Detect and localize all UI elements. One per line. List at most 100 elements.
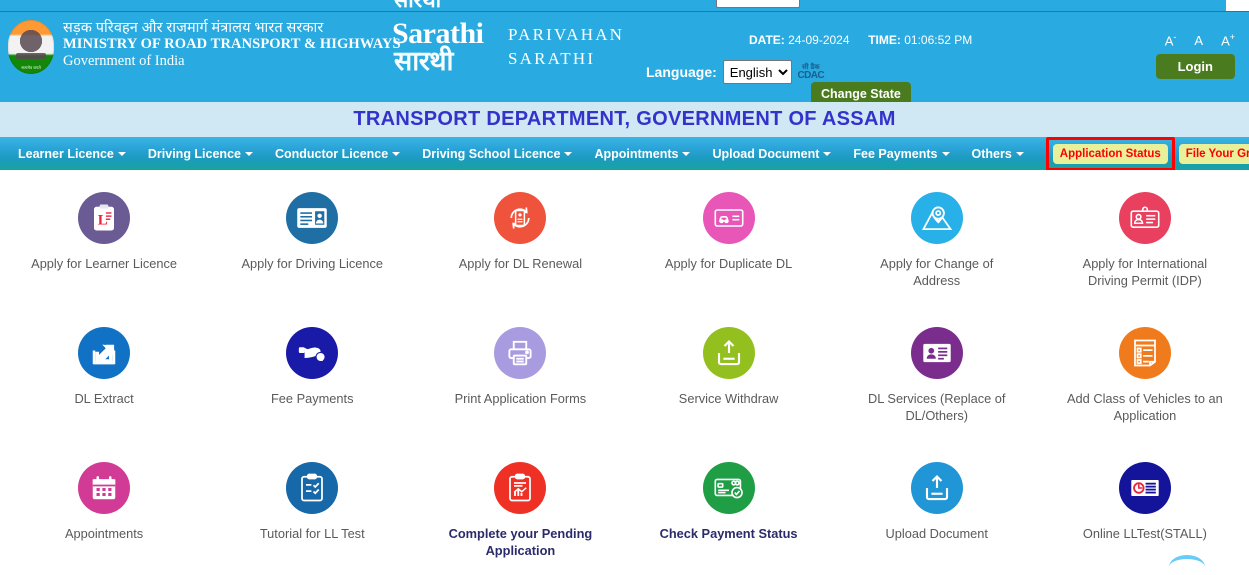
online-lltest-clock-icon — [1119, 462, 1171, 514]
date-value: 24-09-2024 — [788, 33, 849, 47]
change-of-address-pin-icon — [911, 192, 963, 244]
sarathi-branding: Sarathi सारथी PARIVAHAN SARATHI — [392, 21, 624, 73]
sarathi-logo: Sarathi सारथी — [392, 21, 498, 73]
service-tile-apply-for-international-driving-permit-idp[interactable]: Apply for International Driving Permit (… — [1041, 170, 1249, 305]
driving-licence-card-icon — [286, 192, 338, 244]
nav-item-label: Driving Licence — [148, 147, 241, 161]
service-tile-check-payment-status[interactable]: Check Payment Status — [625, 440, 833, 575]
nav-item-label: Conductor Licence — [275, 147, 388, 161]
chevron-down-icon — [392, 152, 400, 156]
nav-item-label: Learner Licence — [18, 147, 114, 161]
nav-item-driving-licence[interactable]: Driving Licence — [148, 147, 253, 161]
nav-item-appointments[interactable]: Appointments — [594, 147, 690, 161]
learner-licence-clipboard-icon: L — [78, 192, 130, 244]
service-tile-tutorial-for-ll-test[interactable]: Tutorial for LL Test — [208, 440, 416, 575]
service-tile-fee-payments[interactable]: ₹ Fee Payments — [208, 305, 416, 440]
service-tile-online-lltest-stall[interactable]: Online LLTest(STALL) — [1041, 440, 1249, 575]
nav-item-driving-school-licence[interactable]: Driving School Licence — [422, 147, 572, 161]
login-button[interactable]: Login — [1156, 54, 1235, 79]
nav-item-learner-licence[interactable]: Learner Licence — [18, 147, 126, 161]
language-select[interactable]: English — [723, 60, 792, 84]
nav-item-label: Driving School Licence — [422, 147, 560, 161]
chevron-down-icon — [682, 152, 690, 156]
nav-item-conductor-licence[interactable]: Conductor Licence — [275, 147, 400, 161]
service-tile-label: Add Class of Vehicles to an Application — [1065, 390, 1225, 424]
service-tile-label: Apply for Driving Licence — [241, 255, 383, 272]
india-emblem-icon: सत्यमेव जयते — [8, 20, 54, 74]
service-tile-label: Appointments — [65, 525, 143, 542]
svg-text:₹: ₹ — [318, 355, 322, 362]
service-tile-service-withdraw[interactable]: Service Withdraw — [625, 305, 833, 440]
date-label: DATE: — [749, 33, 785, 47]
nav-item-label: Upload Document — [712, 147, 819, 161]
font-size-decrease-button[interactable]: A- — [1165, 32, 1177, 48]
language-select-fragment[interactable] — [716, 0, 800, 8]
service-tile-dl-extract[interactable]: DL Extract — [0, 305, 208, 440]
nav-item-label: Fee Payments — [853, 147, 937, 161]
sarathi-label: SARATHI — [508, 47, 624, 71]
chevron-down-icon — [564, 152, 572, 156]
ministry-branding: सत्यमेव जयते सड़क परिवहन और राजमार्ग मंत… — [8, 20, 401, 74]
department-title-band: TRANSPORT DEPARTMENT, GOVERNMENT OF ASSA… — [0, 102, 1249, 137]
service-tile-apply-for-change-of-address[interactable]: Apply for Change of Address — [833, 170, 1041, 305]
service-tile-label: Complete your Pending Application — [440, 525, 600, 559]
parivahan-label: PARIVAHAN — [508, 23, 624, 47]
service-tile-add-class-of-vehicles-to-an-application[interactable]: Add Class of Vehicles to an Application — [1041, 305, 1249, 440]
service-tile-dl-services-replace-of-dl-others[interactable]: DL Services (Replace of DL/Others) — [833, 305, 1041, 440]
service-tile-label: Apply for DL Renewal — [459, 255, 582, 272]
international-permit-id-icon — [1119, 192, 1171, 244]
emblem-base — [16, 53, 46, 59]
print-forms-printer-icon — [494, 327, 546, 379]
service-tile-print-application-forms[interactable]: Print Application Forms — [416, 305, 624, 440]
add-class-vehicles-list-icon — [1119, 327, 1171, 379]
cdac-logo: सी डैक CDAC — [796, 64, 826, 81]
chevron-down-icon — [942, 152, 950, 156]
service-tile-complete-your-pending-application[interactable]: Complete your Pending Application — [416, 440, 624, 575]
service-tile-apply-for-learner-licence[interactable]: L Apply for Learner Licence — [0, 170, 208, 305]
nav-item-application-status[interactable]: Application Status — [1053, 144, 1168, 164]
services-grid: L Apply for Learner Licence Apply for Driv… — [0, 170, 1249, 567]
nav-item-upload-document[interactable]: Upload Document — [712, 147, 831, 161]
time-value: 01:06:52 PM — [904, 33, 972, 47]
tutorial-ll-clipboard-check-icon — [286, 462, 338, 514]
check-payment-card-icon — [703, 462, 755, 514]
upload-document-icon — [911, 462, 963, 514]
main-navigation: Learner Licence Driving Licence Conductor … — [0, 137, 1249, 170]
service-tile-upload-document[interactable]: Upload Document — [833, 440, 1041, 575]
brand-hindi-fragment: सारथी — [394, 0, 441, 11]
chevron-down-icon — [118, 152, 126, 156]
font-size-controls: A- A A+ — [1165, 32, 1235, 48]
nav-item-file-your-grievance[interactable]: File Your Grievance — [1179, 144, 1249, 164]
svg-text:L: L — [98, 212, 108, 228]
service-tile-label: Fee Payments — [271, 390, 354, 407]
application-status-highlight-box: Application Status — [1046, 137, 1175, 171]
service-tile-label: Apply for Learner Licence — [31, 255, 177, 272]
language-label: Language: — [646, 64, 717, 80]
chevron-down-icon — [823, 152, 831, 156]
font-size-increase-button[interactable]: A+ — [1221, 32, 1235, 48]
service-tile-appointments[interactable]: Appointments — [0, 440, 208, 575]
service-tile-label: Tutorial for LL Test — [260, 525, 365, 542]
service-tile-apply-for-dl-renewal[interactable]: Apply for DL Renewal — [416, 170, 624, 305]
service-tile-label: Apply for International Driving Permit (… — [1065, 255, 1225, 289]
page-title: TRANSPORT DEPARTMENT, GOVERNMENT OF ASSA… — [353, 108, 895, 131]
date-time-display: DATE: 24-09-2024 TIME: 01:06:52 PM — [749, 33, 972, 47]
cdac-english-text: CDAC — [796, 71, 826, 81]
site-header: सत्यमेव जयते सड़क परिवहन और राजमार्ग मंत… — [0, 11, 1249, 102]
service-tile-label: Apply for Duplicate DL — [665, 255, 792, 272]
service-tile-apply-for-duplicate-dl[interactable]: Apply for Duplicate DL — [625, 170, 833, 305]
service-tile-apply-for-driving-licence[interactable]: Apply for Driving Licence — [208, 170, 416, 305]
dl-renewal-refresh-icon — [494, 192, 546, 244]
chevron-down-icon — [245, 152, 253, 156]
emblem-motto: सत्यमेव जयते — [21, 65, 40, 71]
emblem-lions — [18, 28, 44, 54]
service-tile-label: Online LLTest(STALL) — [1083, 525, 1207, 542]
ministry-name-hindi: सड़क परिवहन और राजमार्ग मंत्रालय भारत सर… — [63, 20, 401, 36]
service-tile-label: DL Services (Replace of DL/Others) — [857, 390, 1017, 424]
font-size-normal-button[interactable]: A — [1194, 33, 1203, 48]
nav-item-others[interactable]: Others — [972, 147, 1024, 161]
nav-item-fee-payments[interactable]: Fee Payments — [853, 147, 949, 161]
dl-services-idcard-icon — [911, 327, 963, 379]
sarathi-logo-hindi: सारथी — [394, 41, 453, 78]
pending-application-chart-icon — [494, 462, 546, 514]
